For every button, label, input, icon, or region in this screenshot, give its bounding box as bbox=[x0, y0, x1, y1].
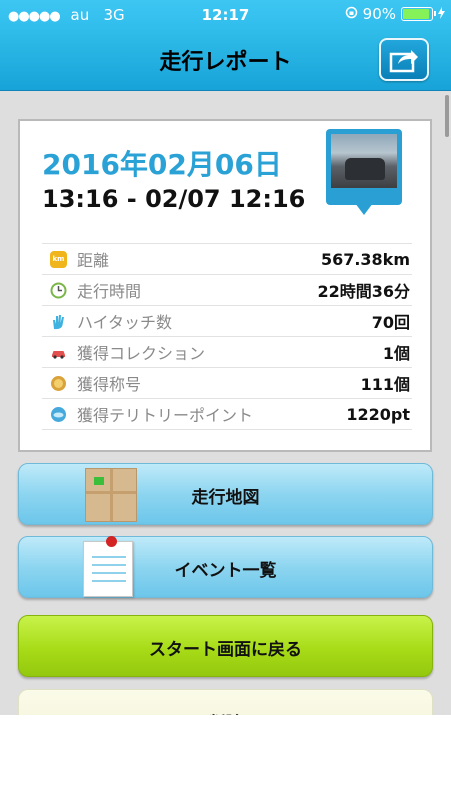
event-list-button[interactable]: イベント一覧 bbox=[18, 536, 433, 598]
stat-value: 70回 bbox=[371, 313, 410, 332]
charging-icon bbox=[438, 5, 445, 23]
report-date: 2016年02月06日 bbox=[42, 148, 282, 181]
stat-label: 走行時間 bbox=[77, 282, 142, 301]
stats-list: km 距離 567.38km 走行時間 22時間36分 ハイタッチ数 70回 獲… bbox=[42, 243, 412, 430]
stat-label: 獲得称号 bbox=[77, 375, 142, 394]
battery-icon bbox=[401, 7, 436, 21]
drive-map-button[interactable]: 走行地図 bbox=[18, 463, 433, 525]
status-bar: ●●●●● au 3G 12:17 90% bbox=[0, 0, 451, 30]
stat-row-drive-time: 走行時間 22時間36分 bbox=[42, 275, 412, 306]
car-icon bbox=[50, 344, 67, 361]
stat-row-territory-points: 獲得テリトリーポイント 1220pt bbox=[42, 399, 412, 430]
orientation-lock-icon bbox=[345, 5, 358, 23]
stat-row-titles: 獲得称号 111個 bbox=[42, 368, 412, 399]
drive-map-label: 走行地図 bbox=[191, 488, 260, 508]
report-content[interactable]: 2016年02月06日 13:16 - 02/07 12:16 km 距離 56… bbox=[0, 91, 451, 715]
battery-percent: 90% bbox=[362, 5, 396, 23]
km-icon: km bbox=[50, 250, 67, 268]
share-button[interactable] bbox=[379, 38, 429, 81]
back-to-start-label: スタート画面に戻る bbox=[149, 640, 302, 660]
medal-icon bbox=[50, 375, 67, 392]
stat-label: 獲得テリトリーポイント bbox=[77, 406, 254, 425]
stat-value: 22時間36分 bbox=[317, 282, 410, 301]
navigation-bar: 走行レポート bbox=[0, 30, 451, 91]
share-icon bbox=[389, 50, 418, 73]
stat-row-distance: km 距離 567.38km bbox=[42, 244, 412, 275]
stat-value: 1個 bbox=[382, 344, 410, 363]
photo-pin[interactable] bbox=[326, 129, 402, 225]
stat-row-high-fives: ハイタッチ数 70回 bbox=[42, 306, 412, 337]
stat-label: ハイタッチ数 bbox=[77, 313, 173, 332]
stat-row-collection: 獲得コレクション 1個 bbox=[42, 337, 412, 368]
report-card: 2016年02月06日 13:16 - 02/07 12:16 km 距離 56… bbox=[18, 119, 432, 452]
stat-value: 567.38km bbox=[320, 249, 410, 269]
status-right: 90% bbox=[345, 5, 445, 23]
delete-label: 削除 bbox=[19, 709, 432, 715]
stat-label: 距離 bbox=[77, 251, 110, 270]
high-five-icon bbox=[50, 313, 67, 330]
scrollbar[interactable] bbox=[445, 95, 449, 137]
point-icon bbox=[50, 406, 67, 423]
car-photo bbox=[331, 134, 397, 188]
report-time-range: 13:16 - 02/07 12:16 bbox=[42, 185, 306, 213]
stat-value: 111個 bbox=[360, 375, 410, 394]
back-to-start-button[interactable]: スタート画面に戻る bbox=[18, 615, 433, 677]
event-list-label: イベント一覧 bbox=[174, 561, 277, 581]
clock-icon bbox=[50, 282, 67, 299]
delete-button[interactable]: 削除 bbox=[18, 689, 433, 715]
stat-label: 獲得コレクション bbox=[77, 344, 206, 363]
stat-value: 1220pt bbox=[346, 404, 410, 424]
